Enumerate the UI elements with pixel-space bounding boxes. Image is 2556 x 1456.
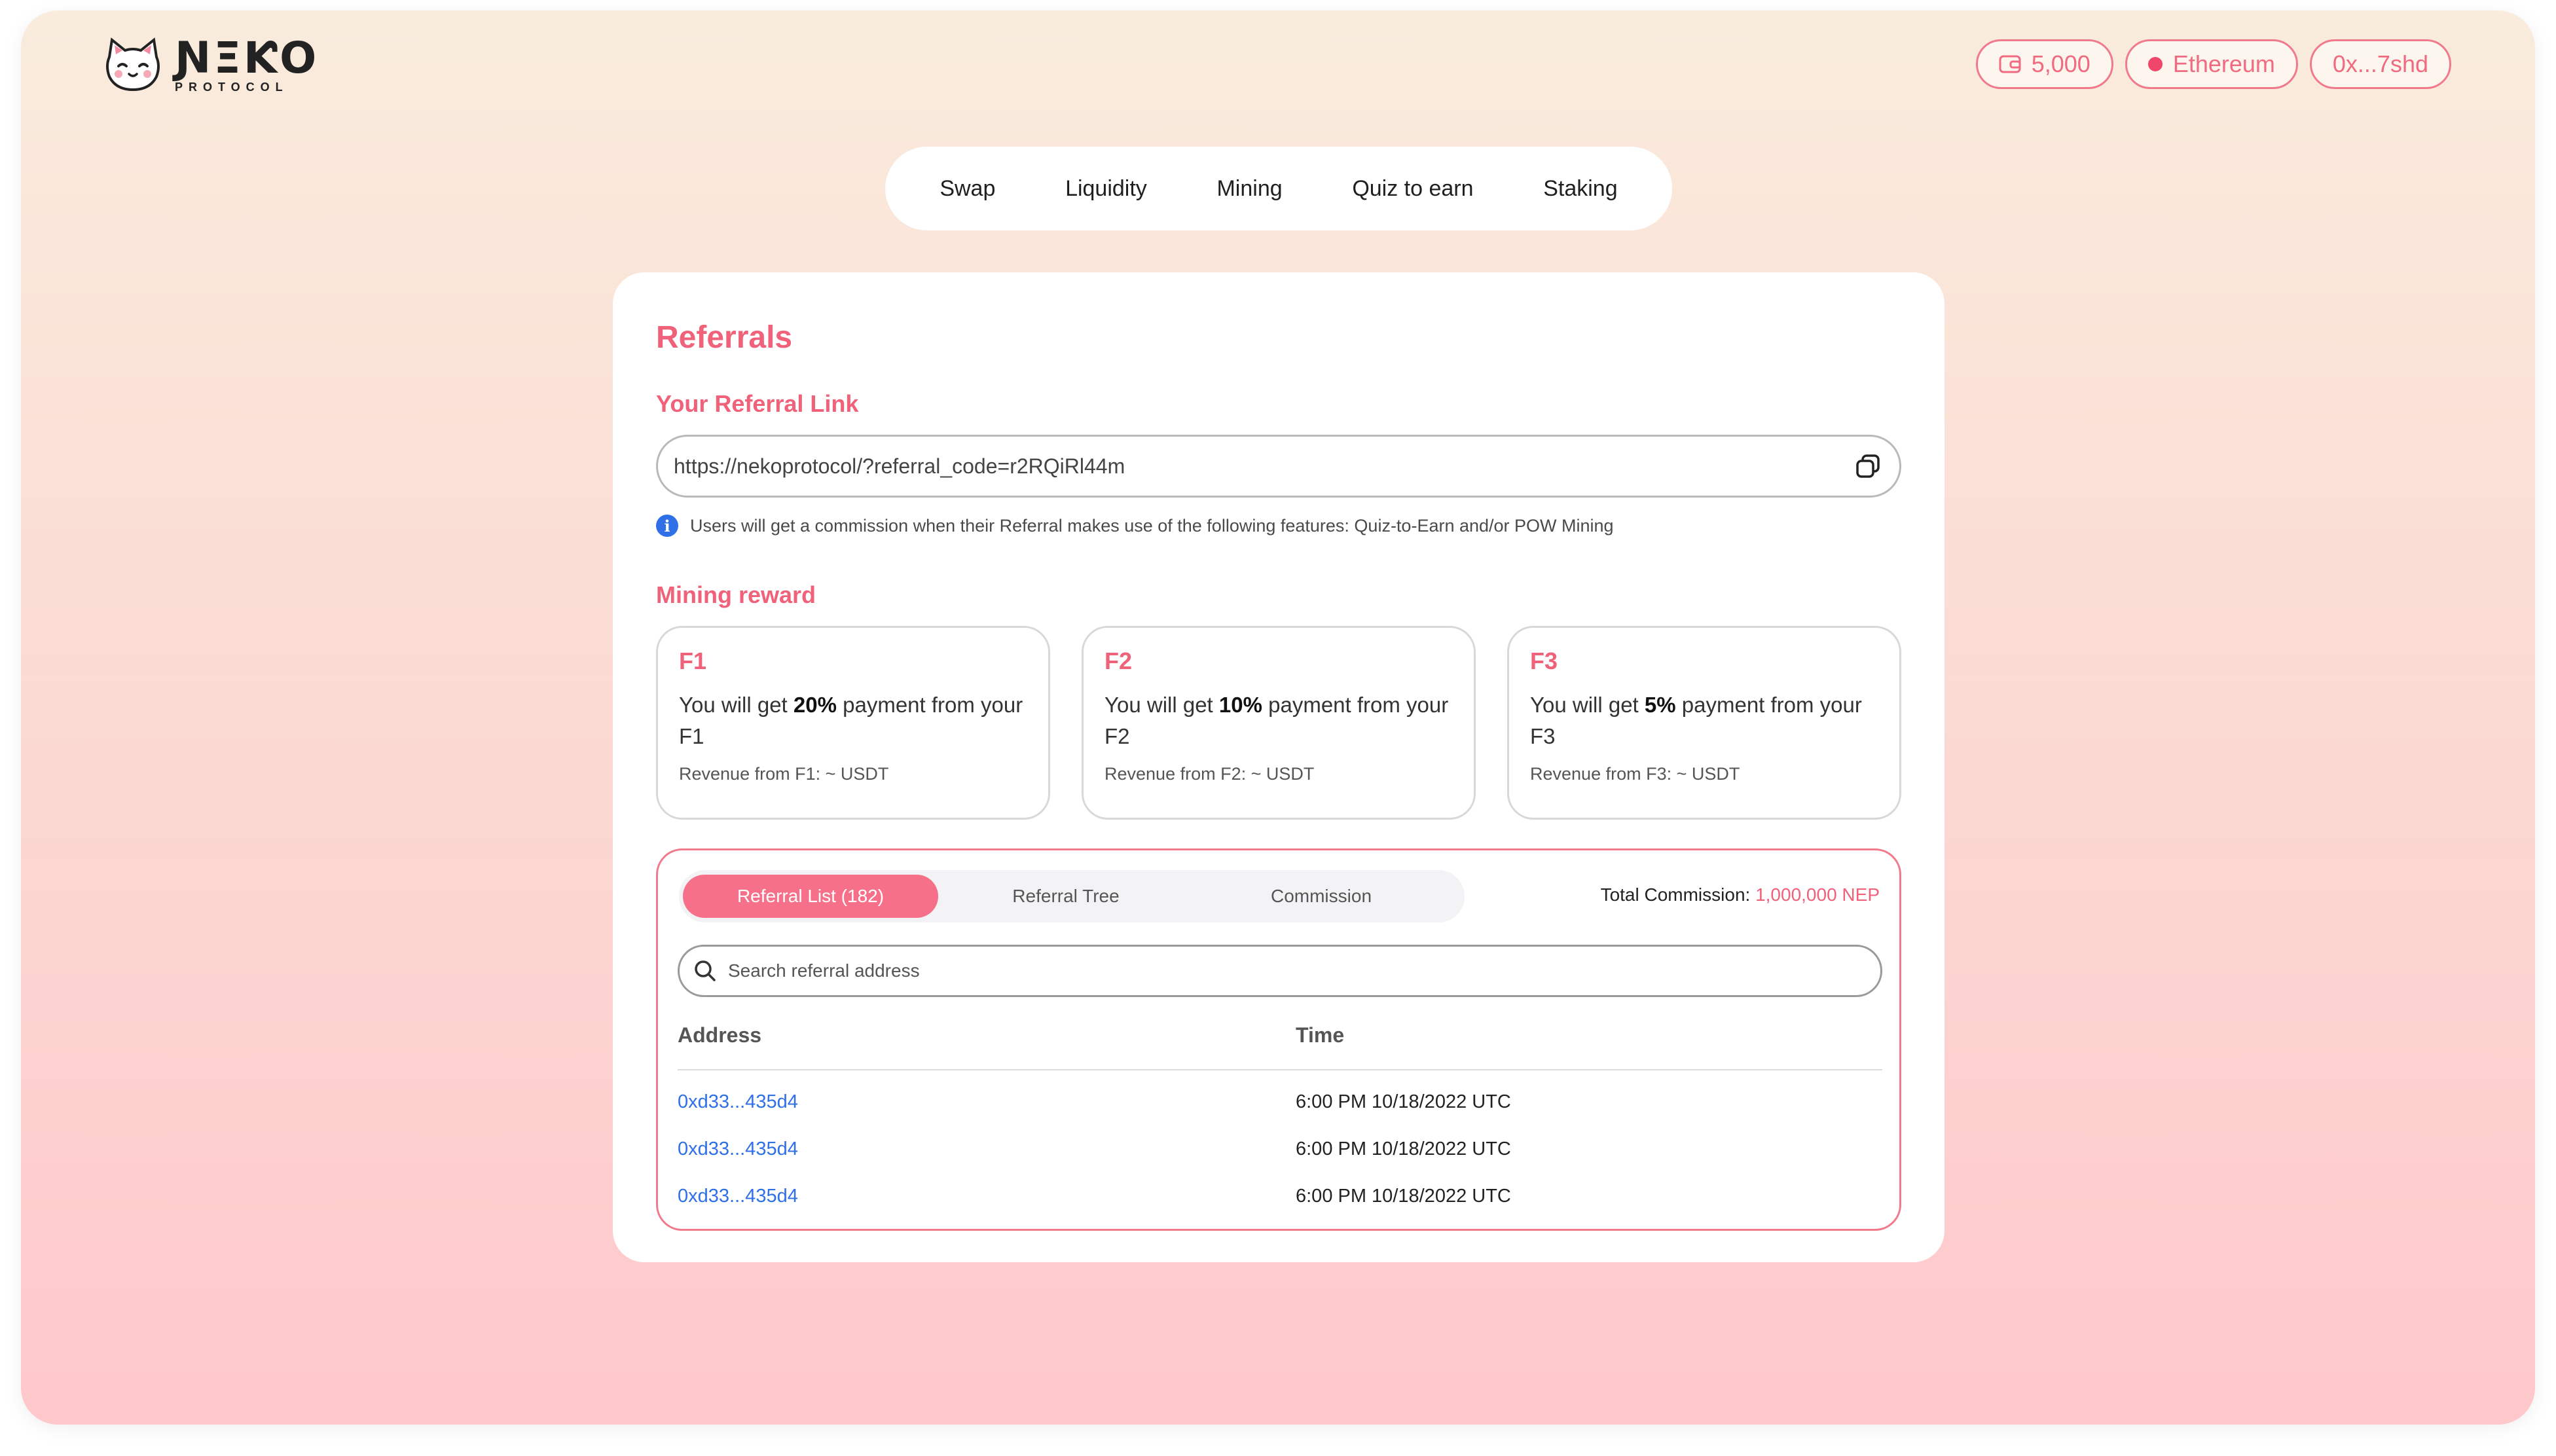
referral-time: 6:00 PM 10/18/2022 UTC [1296, 1091, 1511, 1112]
logo-word: ƝΞƘO [175, 33, 320, 83]
tier-card-f3: F3 You will get 5% payment from your F3 … [1507, 626, 1901, 820]
cat-logo-icon [106, 37, 160, 92]
logo-subtitle: PROTOCOL [175, 81, 289, 94]
tier-percent: 20% [793, 693, 837, 717]
total-commission-label: Total Commission: [1600, 884, 1756, 905]
table-row: 0xd33...435d4 6:00 PM 10/18/2022 UTC [678, 1138, 1882, 1165]
referral-tabs: Referral List (182) Referral Tree Commis… [679, 870, 1465, 922]
page-title: Referrals [656, 320, 793, 355]
tab-referral-tree[interactable]: Referral Tree [938, 875, 1194, 918]
tab-referral-list[interactable]: Referral List (182) [683, 875, 938, 918]
table-row: 0xd33...435d4 6:00 PM 10/18/2022 UTC [678, 1091, 1882, 1118]
app-frame: ƝΞƘO PROTOCOL 5,000 Ethereum 0x...7shd S… [21, 10, 2535, 1425]
mining-reward-title: Mining reward [656, 581, 816, 608]
total-commission: Total Commission: 1,000,000 NEP [1601, 884, 1880, 905]
referral-info: i Users will get a commission when their… [656, 515, 1614, 537]
referral-list-panel: Referral List (182) Referral Tree Commis… [656, 848, 1901, 1231]
referral-time: 6:00 PM 10/18/2022 UTC [1296, 1138, 1511, 1159]
network-name: Ethereum [2172, 50, 2275, 77]
referral-address-link[interactable]: 0xd33...435d4 [678, 1186, 798, 1207]
tier-card-f2: F2 You will get 10% payment from your F2… [1082, 626, 1476, 820]
referral-address-link[interactable]: 0xd33...435d4 [678, 1091, 798, 1113]
tier-name: F2 [1105, 647, 1133, 674]
tier-revenue: Revenue from F2: ~ USDT [1105, 764, 1315, 784]
copy-link-button[interactable] [1852, 450, 1884, 482]
table-divider [678, 1069, 1882, 1070]
column-header-time: Time [1296, 1023, 1345, 1047]
referral-link-value: https://nekoprotocol/?referral_code=r2RQ… [674, 454, 1125, 478]
referral-link-field[interactable]: https://nekoprotocol/?referral_code=r2RQ… [656, 435, 1901, 498]
tier-revenue: Revenue from F3: ~ USDT [1530, 764, 1740, 784]
network-button[interactable]: Ethereum [2125, 39, 2298, 89]
tier-revenue: Revenue from F1: ~ USDT [679, 764, 889, 784]
tier-description: You will get 20% payment from your F1 [679, 693, 1023, 748]
copy-icon [1856, 454, 1880, 478]
column-header-address: Address [678, 1023, 762, 1047]
total-commission-value: 1,000,000 NEP [1755, 884, 1880, 905]
table-row: 0xd33...435d4 6:00 PM 10/18/2022 UTC [678, 1186, 1882, 1212]
nav-quiz-to-earn[interactable]: Quiz to earn [1352, 176, 1473, 202]
tier-description: You will get 5% payment from your F3 [1530, 693, 1862, 748]
referral-address-link[interactable]: 0xd33...435d4 [678, 1138, 798, 1160]
tab-commission[interactable]: Commission [1194, 875, 1449, 918]
tier-name: F3 [1530, 647, 1558, 674]
nav-staking[interactable]: Staking [1543, 176, 1617, 202]
tier-description: You will get 10% payment from your F2 [1105, 693, 1449, 748]
info-icon: i [656, 515, 678, 537]
referrals-card: Referrals Your Referral Link https://nek… [613, 272, 1944, 1262]
account-address: 0x...7shd [2332, 50, 2428, 77]
nav-swap[interactable]: Swap [940, 176, 995, 202]
tier-card-f1: F1 You will get 20% payment from your F1… [656, 626, 1050, 820]
nav-mining[interactable]: Mining [1216, 176, 1282, 202]
header-actions: 5,000 Ethereum 0x...7shd [1975, 39, 2451, 89]
referral-time: 6:00 PM 10/18/2022 UTC [1296, 1186, 1511, 1207]
wallet-balance: 5,000 [2031, 50, 2090, 77]
logo[interactable]: ƝΞƘO PROTOCOL [103, 37, 319, 93]
search-icon [695, 960, 716, 981]
wallet-icon [1999, 55, 2021, 73]
search-input[interactable] [727, 960, 1866, 982]
nav-liquidity[interactable]: Liquidity [1065, 176, 1147, 202]
wallet-balance-button[interactable]: 5,000 [1975, 39, 2113, 89]
tier-percent: 5% [1644, 693, 1676, 717]
tier-name: F1 [679, 647, 707, 674]
main-nav: Swap Liquidity Mining Quiz to earn Staki… [885, 147, 1672, 230]
tier-percent: 10% [1218, 693, 1262, 717]
referral-link-label: Your Referral Link [656, 390, 859, 417]
referral-info-text: Users will get a commission when their R… [690, 515, 1614, 536]
account-button[interactable]: 0x...7shd [2309, 39, 2451, 89]
network-status-icon [2147, 57, 2163, 71]
search-box [678, 945, 1882, 997]
